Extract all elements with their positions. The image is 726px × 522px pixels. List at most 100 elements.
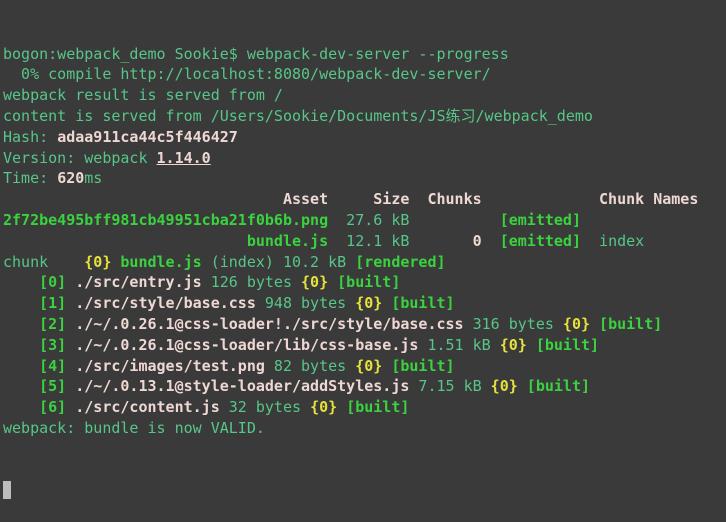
terminal-text-segment: [3, 336, 39, 354]
terminal-text-segment: ./src/entry.js: [75, 273, 201, 291]
terminal-text-segment: 948 bytes: [256, 294, 355, 312]
terminal-text-segment: [emitted]: [500, 211, 581, 229]
terminal-text-segment: ./src/images/test.png: [75, 357, 265, 375]
terminal-text-segment: [6]: [39, 398, 66, 416]
terminal-text-segment: index: [581, 232, 644, 250]
terminal-text-segment: [3, 398, 39, 416]
terminal-text-segment: 82 bytes: [265, 357, 355, 375]
terminal-line: [2] ./~/.0.26.1@css-loader!./src/style/b…: [3, 314, 726, 335]
terminal-text-segment: webpack result is served from /: [3, 86, 283, 104]
terminal-text-segment: ./src/content.js: [75, 398, 220, 416]
terminal-text-segment: [337, 398, 346, 416]
terminal-text-segment: {0}: [355, 294, 382, 312]
terminal-text-segment: [0]: [39, 273, 66, 291]
terminal-line: Hash: adaa911ca44c5f446427: [3, 127, 726, 148]
terminal-text-segment: {0}: [563, 315, 590, 333]
terminal-text-segment: [built]: [599, 315, 662, 333]
terminal-text-segment: [66, 315, 75, 333]
terminal-line: content is served from /Users/Sookie/Doc…: [3, 106, 726, 127]
terminal-text-segment: webpack: bundle is now VALID.: [3, 419, 265, 437]
terminal-text-segment: [built]: [337, 273, 400, 291]
terminal-text-segment: bogon:webpack_demo Sookie$ webpack-dev-s…: [3, 45, 509, 63]
terminal-line: webpack result is served from /: [3, 85, 726, 106]
terminal-text-segment: ./~/.0.13.1@style-loader/addStyles.js: [75, 377, 409, 395]
terminal-line: [6] ./src/content.js 32 bytes {0} [built…: [3, 397, 726, 418]
terminal-text-segment: {0}: [500, 336, 527, 354]
terminal-window[interactable]: bogon:webpack_demo Sookie$ webpack-dev-s…: [0, 0, 726, 417]
terminal-text-segment: {0}: [491, 377, 518, 395]
terminal-line: [3] ./~/.0.26.1@css-loader/lib/css-base.…: [3, 335, 726, 356]
terminal-text-segment: ./~/.0.26.1@css-loader!./src/style/base.…: [75, 315, 463, 333]
terminal-text-segment: [590, 315, 599, 333]
terminal-line: Time: 620ms: [3, 168, 726, 189]
terminal-line: [1] ./src/style/base.css 948 bytes {0} […: [3, 293, 726, 314]
terminal-line: [5] ./~/.0.13.1@style-loader/addStyles.j…: [3, 376, 726, 397]
terminal-text-segment: [3, 377, 39, 395]
terminal-text-segment: Time:: [3, 169, 57, 187]
terminal-line: Asset Size Chunks Chunk Names: [3, 189, 726, 210]
terminal-text-segment: 1.14.0: [157, 149, 211, 167]
terminal-text-segment: 1.51 kB: [418, 336, 499, 354]
terminal-text-segment: 316 bytes: [464, 315, 563, 333]
terminal-text-segment: 27.6 kB: [328, 211, 500, 229]
terminal-line: webpack: bundle is now VALID.: [3, 418, 726, 439]
terminal-text-segment: [built]: [346, 398, 409, 416]
terminal-text-segment: Hash:: [3, 128, 57, 146]
terminal-text-segment: [66, 398, 75, 416]
terminal-text-segment: [built]: [391, 294, 454, 312]
terminal-line: Version: webpack 1.14.0: [3, 148, 726, 169]
terminal-text-segment: {0}: [84, 253, 111, 271]
terminal-cursor: [3, 481, 11, 499]
terminal-cursor-line: [3, 480, 726, 501]
terminal-text-segment: [5]: [39, 377, 66, 395]
terminal-text-segment: {0}: [310, 398, 337, 416]
terminal-text-segment: [527, 336, 536, 354]
terminal-text-segment: [built]: [536, 336, 599, 354]
terminal-text-segment: {0}: [301, 273, 328, 291]
terminal-text-segment: ./src/style/base.css: [75, 294, 256, 312]
terminal-text-segment: [382, 357, 391, 375]
terminal-text-segment: ./~/.0.26.1@css-loader/lib/css-base.js: [75, 336, 418, 354]
terminal-text-segment: [3, 232, 247, 250]
terminal-text-segment: bundle.js: [120, 253, 201, 271]
terminal-text-segment: [66, 336, 75, 354]
terminal-text-segment: [1]: [39, 294, 66, 312]
terminal-text-segment: adaa911ca44c5f446427: [57, 128, 238, 146]
terminal-text-segment: [328, 273, 337, 291]
terminal-line: 0% compile http://localhost:8080/webpack…: [3, 64, 726, 85]
terminal-text-segment: [66, 273, 75, 291]
terminal-text-segment: [3]: [39, 336, 66, 354]
terminal-text-segment: Asset Size Chunks Chunk Names: [3, 190, 698, 208]
terminal-text-segment: [2]: [39, 315, 66, 333]
terminal-text-segment: [4]: [39, 357, 66, 375]
terminal-text-segment: content is served from /Users/Sookie/Doc…: [3, 107, 593, 125]
terminal-text-segment: bundle.js: [247, 232, 328, 250]
terminal-text-segment: [66, 294, 75, 312]
terminal-output: bogon:webpack_demo Sookie$ webpack-dev-s…: [3, 44, 726, 439]
terminal-text-segment: [built]: [527, 377, 590, 395]
terminal-text-segment: Version: webpack: [3, 149, 157, 167]
terminal-line: [0] ./src/entry.js 126 bytes {0} [built]: [3, 272, 726, 293]
terminal-text-segment: [built]: [391, 357, 454, 375]
terminal-text-segment: [3, 273, 39, 291]
terminal-text-segment: 32 bytes: [220, 398, 310, 416]
terminal-text-segment: 620: [57, 169, 84, 187]
terminal-text-segment: [482, 232, 500, 250]
terminal-text-segment: 0: [473, 232, 482, 250]
terminal-text-segment: 2f72be495bff981cb49951cba21f0b6b.png: [3, 211, 328, 229]
terminal-text-segment: [382, 294, 391, 312]
terminal-line: chunk {0} bundle.js (index) 10.2 kB [ren…: [3, 252, 726, 273]
terminal-line: bundle.js 12.1 kB 0 [emitted] index: [3, 231, 726, 252]
terminal-text-segment: [66, 357, 75, 375]
terminal-text-segment: 12.1 kB: [328, 232, 473, 250]
terminal-text-segment: [66, 377, 75, 395]
terminal-text-segment: [3, 294, 39, 312]
terminal-text-segment: {0}: [355, 357, 382, 375]
terminal-line: [4] ./src/images/test.png 82 bytes {0} […: [3, 356, 726, 377]
terminal-text-segment: 126 bytes: [202, 273, 301, 291]
terminal-text-segment: [3, 357, 39, 375]
terminal-text-segment: [emitted]: [500, 232, 581, 250]
terminal-text-segment: chunk: [3, 253, 84, 271]
terminal-text-segment: 0% compile http://localhost:8080/webpack…: [3, 65, 491, 83]
terminal-line: bogon:webpack_demo Sookie$ webpack-dev-s…: [3, 44, 726, 65]
